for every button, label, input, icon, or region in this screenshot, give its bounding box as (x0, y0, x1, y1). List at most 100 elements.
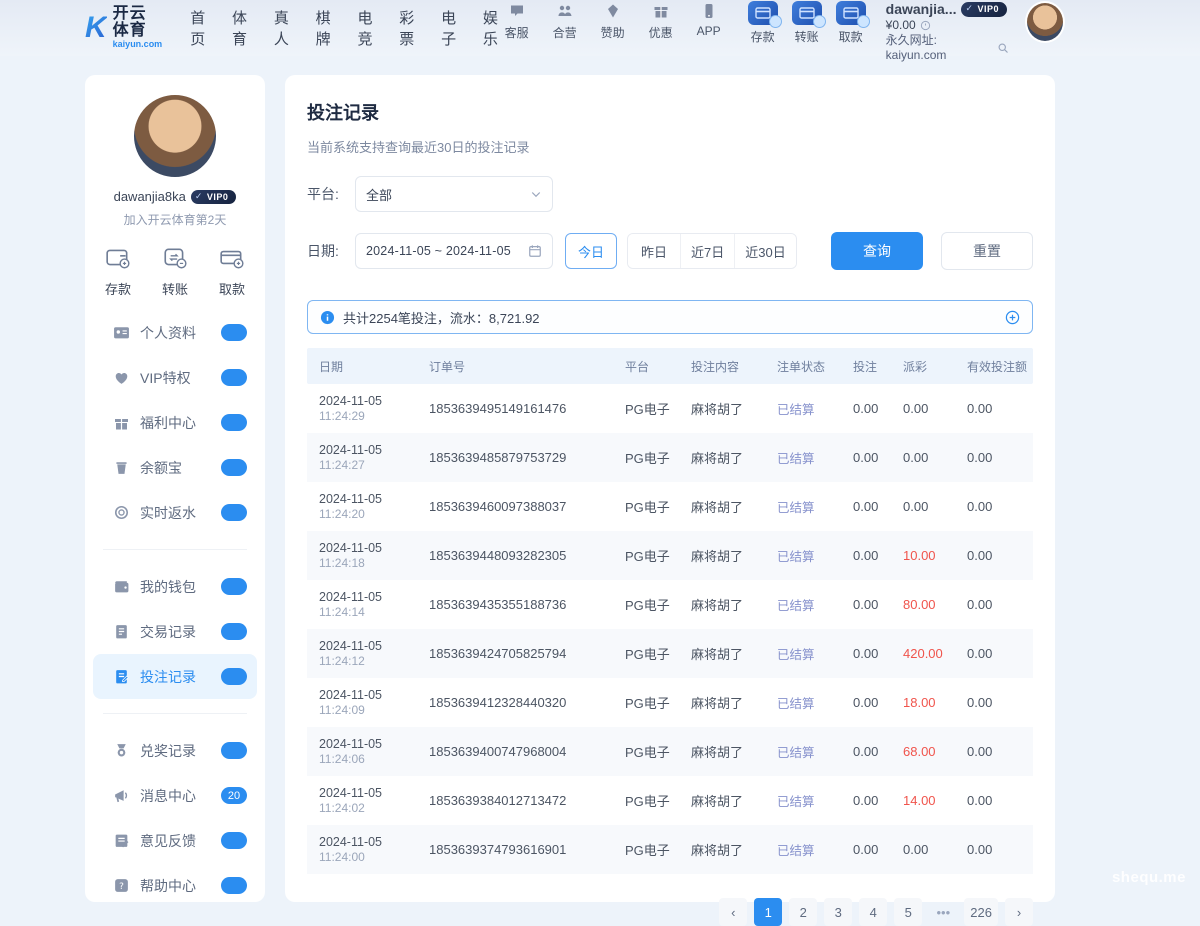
date-range-input[interactable]: 2024-11-05 ~ 2024-11-05 (355, 233, 553, 269)
cell-bet-amount: 0.00 (841, 499, 891, 514)
cell-payout: 0.00 (891, 450, 955, 465)
cell-payout: 10.00 (891, 548, 955, 563)
user-avatar[interactable] (1025, 1, 1065, 43)
promo[interactable]: 优惠 (644, 1, 678, 41)
card-icon (792, 1, 822, 25)
user-name[interactable]: dawanjia... (886, 1, 957, 19)
cell-order-number: 1853639424705825794 (417, 646, 613, 661)
page-button[interactable]: 226 (964, 898, 998, 926)
sidebar-item-wallet[interactable]: 我的钱包 (93, 564, 257, 609)
col-valid-amount: 有效投注额 (955, 358, 1033, 375)
page-button[interactable]: 3 (824, 898, 852, 926)
withdraw-outline-icon (219, 246, 245, 273)
cell-valid-amount: 0.00 (955, 793, 1033, 808)
header-quick-actions: 客服 合营 赞助 优惠 APP (500, 1, 726, 41)
sidebar-item-profile[interactable]: 个人资料 (93, 310, 257, 355)
nav-link[interactable]: 电竞 (357, 7, 374, 49)
chat-icon (508, 1, 526, 21)
sidebar-item-feedback[interactable]: 意见反馈 (93, 818, 257, 863)
partnership[interactable]: 合营 (548, 1, 582, 41)
sidebar-item-messages[interactable]: 消息中心 20 (93, 773, 257, 818)
service[interactable]: 客服 (500, 1, 534, 41)
user-balance: ¥0.00 (886, 18, 916, 33)
sidebar-item-help[interactable]: ? 帮助中心 (93, 863, 257, 908)
sidebar-divider (103, 549, 247, 550)
sidebar-divider (103, 713, 247, 714)
search-button[interactable]: 查询 (831, 232, 923, 270)
nav-link[interactable]: 真人 (274, 7, 291, 49)
quick-range-button[interactable]: 近7日 (680, 234, 734, 268)
cell-bet-content: 麻将胡了 (679, 448, 765, 467)
refresh-balance-icon[interactable] (920, 20, 931, 31)
cell-status: 已结算 (765, 399, 841, 418)
sidebar-item-welfare[interactable]: 福利中心 (93, 400, 257, 445)
profile-joined-days: 加入开云体育第2天 (85, 211, 265, 228)
bet-records-panel: 投注记录 当前系统支持查询最近30日的投注记录 平台: 全部 日期: 2024-… (285, 75, 1055, 902)
nav-link[interactable]: 棋牌 (316, 7, 333, 49)
col-payout: 派彩 (891, 358, 955, 375)
cell-bet-amount: 0.00 (841, 744, 891, 759)
unread-badge (221, 504, 247, 521)
table-row: 2024-11-05 11:24:06 1853639400747968004 … (307, 727, 1033, 776)
deposit[interactable]: 存款 (748, 1, 778, 45)
cell-platform: PG电子 (613, 840, 679, 859)
medal-icon (113, 743, 130, 758)
cell-status: 已结算 (765, 448, 841, 467)
transfer[interactable]: 转账 (792, 1, 822, 45)
diamond-icon (604, 1, 622, 21)
cell-date: 2024-11-05 11:24:06 (307, 737, 417, 767)
page-button[interactable]: 5 (894, 898, 922, 926)
prev-page-button[interactable]: ‹ (719, 898, 747, 926)
withdraw[interactable]: 取款 (219, 246, 245, 298)
sidebar-item-bet-records[interactable]: 投注记录 (93, 654, 257, 699)
page-button[interactable]: 4 (859, 898, 887, 926)
sponsor[interactable]: 赞助 (596, 1, 630, 41)
transfer[interactable]: 转账 (162, 246, 188, 298)
page-number-list: 12345•••226 (754, 898, 998, 926)
table-body: 2024-11-05 11:24:29 1853639495149161476 … (307, 384, 1033, 874)
page-button[interactable]: ••• (929, 898, 957, 926)
unread-badge (221, 578, 247, 595)
sidebar-item-prize[interactable]: 兑奖记录 (93, 728, 257, 773)
unread-badge (221, 623, 247, 640)
table-row: 2024-11-05 11:24:02 1853639384012713472 … (307, 776, 1033, 825)
profile-avatar[interactable] (132, 93, 218, 179)
sidebar-item-vip[interactable]: VIP特权 (93, 355, 257, 400)
reset-button[interactable]: 重置 (941, 232, 1033, 270)
sidebar-item-rebate[interactable]: 实时返水 (93, 490, 257, 535)
gift-icon (113, 415, 130, 431)
deposit[interactable]: 存款 (105, 246, 131, 298)
expand-plus-icon[interactable] (1005, 310, 1020, 325)
page-button[interactable]: 2 (789, 898, 817, 926)
search-icon[interactable] (997, 42, 1009, 54)
quick-range-button[interactable]: 近30日 (734, 234, 795, 268)
cell-bet-amount: 0.00 (841, 793, 891, 808)
cell-date: 2024-11-05 11:24:20 (307, 492, 417, 522)
page-button[interactable]: 1 (754, 898, 782, 926)
nav-link[interactable]: 体育 (232, 7, 249, 49)
cell-date: 2024-11-05 11:24:02 (307, 786, 417, 816)
cell-date: 2024-11-05 11:24:14 (307, 590, 417, 620)
sidebar-item-yuebao[interactable]: 余额宝 (93, 445, 257, 490)
nav-link[interactable]: 电子 (441, 7, 458, 49)
nav-link[interactable]: 娱乐 (483, 7, 500, 49)
cell-order-number: 1853639412328440320 (417, 695, 613, 710)
unread-badge: 20 (221, 787, 247, 804)
sidebar-item-transactions[interactable]: 交易记录 (93, 609, 257, 654)
nav-link[interactable]: 首页 (190, 7, 207, 49)
cell-bet-content: 麻将胡了 (679, 595, 765, 614)
quick-range-today[interactable]: 今日 (565, 233, 617, 269)
next-page-button[interactable]: › (1005, 898, 1033, 926)
withdraw[interactable]: 取款 (836, 1, 866, 45)
cell-order-number: 1853639435355188736 (417, 597, 613, 612)
summary-text: 共计2254笔投注，流水：8,721.92 (343, 308, 540, 327)
brand-logo[interactable]: K 开云体育 kaiyun.com (85, 6, 162, 49)
app[interactable]: APP (692, 1, 726, 41)
cell-valid-amount: 0.00 (955, 597, 1033, 612)
unread-badge (221, 414, 247, 431)
quick-range-button[interactable]: 昨日 (628, 234, 680, 268)
platform-select[interactable]: 全部 (355, 176, 553, 212)
cell-platform: PG电子 (613, 644, 679, 663)
cell-bet-amount: 0.00 (841, 401, 891, 416)
nav-link[interactable]: 彩票 (399, 7, 416, 49)
